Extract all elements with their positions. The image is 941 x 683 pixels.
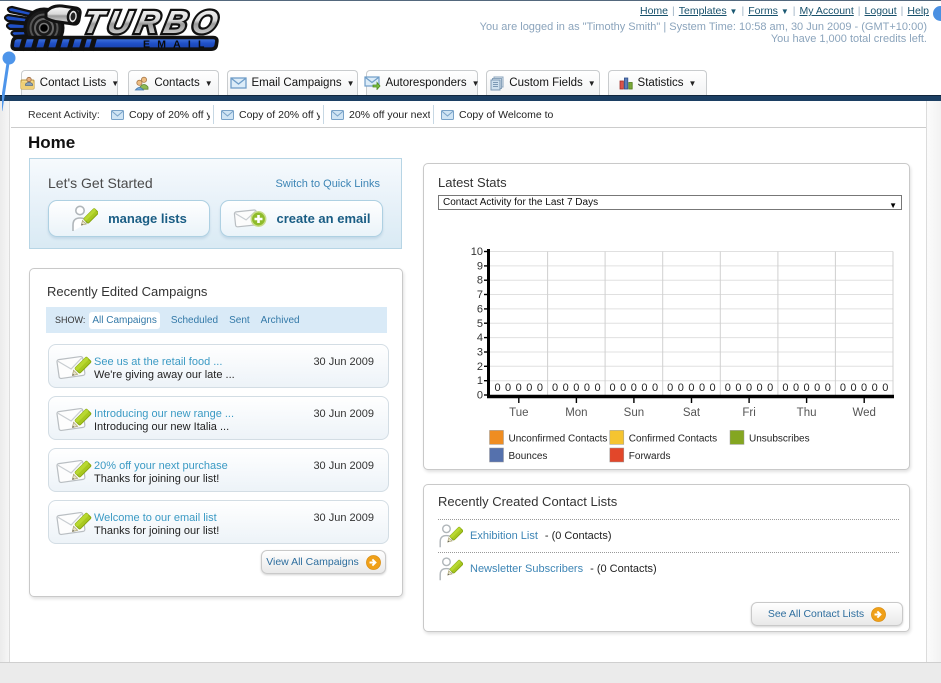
svg-text:0: 0 (610, 382, 616, 394)
svg-text:0: 0 (620, 382, 626, 394)
svg-text:8: 8 (477, 275, 483, 287)
svg-text:0: 0 (667, 382, 673, 394)
svg-text:0: 0 (477, 390, 483, 402)
svg-text:0: 0 (850, 382, 856, 394)
svg-text:Mon: Mon (565, 407, 587, 419)
svg-text:0: 0 (526, 382, 532, 394)
svg-text:Confirmed Contacts: Confirmed Contacts (629, 433, 717, 444)
svg-text:0: 0 (882, 382, 888, 394)
svg-text:Fri: Fri (742, 407, 755, 419)
svg-text:0: 0 (825, 382, 831, 394)
svg-text:0: 0 (710, 382, 716, 394)
svg-text:0: 0 (641, 382, 647, 394)
svg-text:0: 0 (782, 382, 788, 394)
svg-text:0: 0 (793, 382, 799, 394)
svg-text:0: 0 (872, 382, 878, 394)
svg-text:Bounces: Bounces (509, 451, 548, 462)
svg-text:0: 0 (537, 382, 543, 394)
svg-text:7: 7 (477, 289, 483, 301)
svg-text:0: 0 (516, 382, 522, 394)
svg-text:9: 9 (477, 260, 483, 272)
svg-text:10: 10 (471, 246, 483, 258)
svg-text:0: 0 (584, 382, 590, 394)
svg-text:1: 1 (477, 375, 483, 387)
svg-text:2: 2 (477, 361, 483, 373)
svg-text:0: 0 (699, 382, 705, 394)
svg-text:0: 0 (505, 382, 511, 394)
svg-text:4: 4 (477, 332, 483, 344)
svg-text:Forwards: Forwards (629, 451, 671, 462)
svg-text:0: 0 (746, 382, 752, 394)
svg-text:0: 0 (573, 382, 579, 394)
svg-text:Thu: Thu (797, 407, 817, 419)
svg-text:Unconfirmed Contacts: Unconfirmed Contacts (509, 433, 608, 444)
svg-text:Tue: Tue (509, 407, 528, 419)
svg-text:3: 3 (477, 346, 483, 358)
svg-text:EMAIL: EMAIL (143, 38, 212, 50)
svg-text:0: 0 (767, 382, 773, 394)
svg-text:6: 6 (477, 303, 483, 315)
svg-text:0: 0 (652, 382, 658, 394)
svg-text:0: 0 (814, 382, 820, 394)
svg-text:Wed: Wed (852, 407, 875, 419)
svg-text:0: 0 (735, 382, 741, 394)
svg-text:0: 0 (678, 382, 684, 394)
svg-text:5: 5 (477, 318, 483, 330)
svg-text:Sun: Sun (624, 407, 644, 419)
svg-text:Unsubscribes: Unsubscribes (749, 433, 810, 444)
svg-text:0: 0 (757, 382, 763, 394)
svg-text:0: 0 (725, 382, 731, 394)
svg-text:0: 0 (552, 382, 558, 394)
svg-text:0: 0 (840, 382, 846, 394)
svg-text:0: 0 (631, 382, 637, 394)
svg-text:Sat: Sat (683, 407, 701, 419)
svg-text:0: 0 (688, 382, 694, 394)
svg-text:0: 0 (861, 382, 867, 394)
svg-text:0: 0 (494, 382, 500, 394)
svg-text:TURBO: TURBO (80, 4, 226, 40)
svg-text:0: 0 (804, 382, 810, 394)
svg-text:0: 0 (563, 382, 569, 394)
svg-text:0: 0 (594, 382, 600, 394)
